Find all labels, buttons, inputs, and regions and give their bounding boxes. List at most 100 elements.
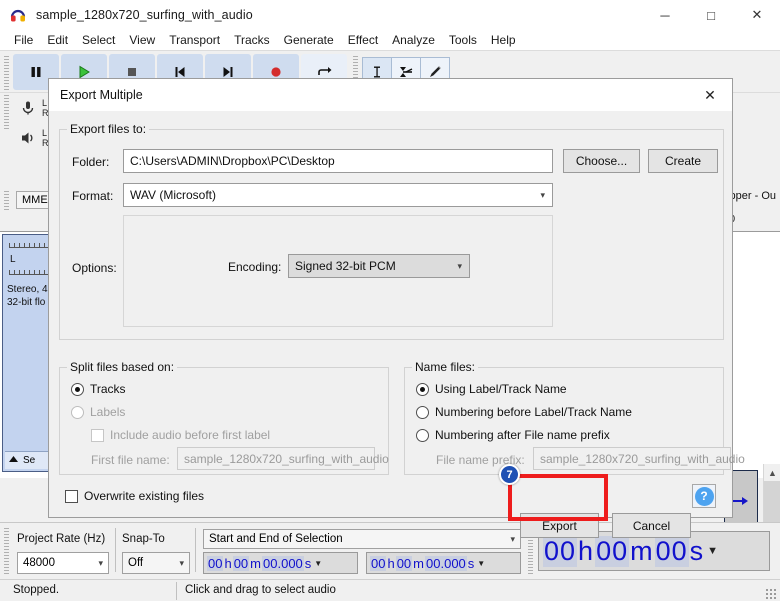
encoding-label: Encoding: xyxy=(228,260,282,274)
resize-grip-icon[interactable] xyxy=(765,588,776,599)
menu-file[interactable]: File xyxy=(7,31,40,49)
include-audio-checkbox-label: Include audio before first label xyxy=(110,428,271,442)
folder-input[interactable]: C:\Users\ADMIN\Dropbox\PC\Desktop xyxy=(123,149,553,173)
encoding-select[interactable]: Signed 32-bit PCM ▾ xyxy=(288,254,470,278)
radio-split-labels[interactable]: Labels xyxy=(71,405,125,419)
create-button[interactable]: Create xyxy=(648,149,718,173)
position-stepper-icon[interactable]: ▼ xyxy=(707,545,719,557)
radio-indicator xyxy=(71,382,84,396)
menu-transport[interactable]: Transport xyxy=(162,31,227,49)
status-right-text: Click and drag to select audio xyxy=(185,584,336,596)
file-name-prefix-input[interactable]: sample_1280x720_surfing_with_audio xyxy=(533,447,745,470)
chevron-down-icon: ▾ xyxy=(540,189,545,200)
selection-toolbar-grip[interactable] xyxy=(2,526,11,574)
device-toolbar-grip[interactable] xyxy=(2,93,11,129)
snap-to-select[interactable]: Off ▾ xyxy=(122,552,190,574)
selection-end-time[interactable]: 00 h 00 m 00.000 s ▼ xyxy=(366,552,521,574)
format-select[interactable]: WAV (Microsoft) ▾ xyxy=(123,183,553,207)
dialog-title: Export Multiple xyxy=(60,88,143,102)
question-mark-icon: ? xyxy=(694,486,714,506)
include-audio-checkbox[interactable]: Include audio before first label xyxy=(91,428,270,442)
position-minutes-unit: m xyxy=(630,535,654,566)
choose-button[interactable]: Choose... xyxy=(563,149,640,173)
window-titlebar: sample_1280x720_surfing_with_audio ─ □ ✕ xyxy=(0,0,780,30)
status-divider xyxy=(176,582,177,600)
radio-numbering-before[interactable]: Numbering before Label/Track Name xyxy=(416,405,632,419)
overwrite-existing-files-checkbox[interactable]: Overwrite existing files xyxy=(65,489,204,503)
position-hours: 00 xyxy=(543,535,578,567)
checkbox-indicator xyxy=(65,489,78,503)
menu-select[interactable]: Select xyxy=(75,31,122,49)
menu-generate[interactable]: Generate xyxy=(277,31,341,49)
menu-edit[interactable]: Edit xyxy=(40,31,75,49)
radio-split-labels-label: Labels xyxy=(90,405,126,419)
minimize-button[interactable]: ─ xyxy=(642,0,688,30)
radio-indicator xyxy=(416,382,429,396)
first-file-name-value: sample_1280x720_surfing_with_audio xyxy=(184,451,389,466)
export-button-highlight xyxy=(508,474,608,521)
selection-mode-select[interactable]: Start and End of Selection ▾ xyxy=(203,529,521,549)
format-value: WAV (Microsoft) xyxy=(130,188,216,202)
microphone-icon xyxy=(15,95,41,121)
playback-meter[interactable]: L R xyxy=(13,123,49,153)
split-files-legend: Split files based on: xyxy=(67,360,178,374)
recording-meter[interactable]: L R xyxy=(13,93,49,123)
help-button[interactable]: ? xyxy=(692,484,716,508)
close-button[interactable]: ✕ xyxy=(734,0,780,30)
radio-using-label-track-name-label: Using Label/Track Name xyxy=(435,382,567,396)
chevron-down-icon: ▾ xyxy=(98,557,103,568)
radio-split-tracks[interactable]: Tracks xyxy=(71,382,126,396)
radio-numbering-before-label: Numbering before Label/Track Name xyxy=(435,405,632,419)
menu-effect[interactable]: Effect xyxy=(341,31,385,49)
radio-numbering-after[interactable]: Numbering after File name prefix xyxy=(416,428,610,442)
project-rate-value: 48000 xyxy=(23,557,55,569)
radio-indicator xyxy=(71,405,84,419)
menubar: File Edit Select View Transport Tracks G… xyxy=(0,30,780,50)
menu-view[interactable]: View xyxy=(122,31,162,49)
end-minutes-unit: m xyxy=(413,555,425,571)
overwrite-existing-files-label: Overwrite existing files xyxy=(84,489,205,503)
toolbar-grip[interactable] xyxy=(2,53,11,90)
radio-indicator xyxy=(416,428,429,442)
menu-tools[interactable]: Tools xyxy=(442,31,484,49)
maximize-button[interactable]: □ xyxy=(688,0,734,30)
speaker-icon xyxy=(15,125,41,151)
divider-1 xyxy=(115,528,116,572)
encoding-value: Signed 32-bit PCM xyxy=(295,259,396,273)
window-controls: ─ □ ✕ xyxy=(642,0,780,30)
options-panel: Encoding: Signed 32-bit PCM ▾ xyxy=(123,215,553,327)
split-files-group: Split files based on: Tracks Labels Incl… xyxy=(59,360,389,475)
selection-start-time[interactable]: 00 h 00 m 00.000 s ▼ xyxy=(203,552,358,574)
dialog-titlebar: Export Multiple ✕ xyxy=(49,79,732,111)
menu-analyze[interactable]: Analyze xyxy=(385,31,442,49)
status-left-text: Stopped. xyxy=(13,584,60,596)
cancel-button[interactable]: Cancel xyxy=(612,513,691,538)
menu-help[interactable]: Help xyxy=(484,31,523,49)
start-minutes: 00 xyxy=(232,555,250,571)
checkbox-indicator xyxy=(91,428,104,442)
start-time-stepper-icon[interactable]: ▼ xyxy=(314,559,322,568)
chevron-down-icon: ▾ xyxy=(457,260,462,271)
format-label: Format: xyxy=(72,189,114,203)
first-file-name-label: First file name: xyxy=(91,453,170,467)
device-row-grip[interactable] xyxy=(2,189,11,211)
scroll-up-arrow-icon[interactable]: ▲ xyxy=(764,464,780,481)
headphones-icon xyxy=(9,6,27,24)
menu-tracks[interactable]: Tracks xyxy=(227,31,277,49)
audacity-window: sample_1280x720_surfing_with_audio ─ □ ✕… xyxy=(0,0,780,601)
close-icon[interactable]: ✕ xyxy=(688,79,732,111)
status-bar: Stopped. Click and drag to select audio xyxy=(0,579,780,601)
name-files-legend: Name files: xyxy=(412,360,479,374)
radio-using-label-track-name[interactable]: Using Label/Track Name xyxy=(416,382,567,396)
first-file-name-input[interactable]: sample_1280x720_surfing_with_audio xyxy=(177,447,389,470)
dialog-body: Export files to: Folder: C:\Users\ADMIN\… xyxy=(49,111,745,538)
track-vertical-ruler-top xyxy=(9,239,53,248)
start-hours-unit: h xyxy=(224,555,232,571)
folder-label: Folder: xyxy=(72,155,110,169)
folder-input-value: C:\Users\ADMIN\Dropbox\PC\Desktop xyxy=(130,154,335,168)
project-rate-select[interactable]: 48000 ▾ xyxy=(17,552,109,574)
start-hours: 00 xyxy=(207,555,224,571)
end-time-stepper-icon[interactable]: ▼ xyxy=(477,559,485,568)
selection-mode-value: Start and End of Selection xyxy=(209,533,343,545)
end-minutes: 00 xyxy=(395,555,413,571)
